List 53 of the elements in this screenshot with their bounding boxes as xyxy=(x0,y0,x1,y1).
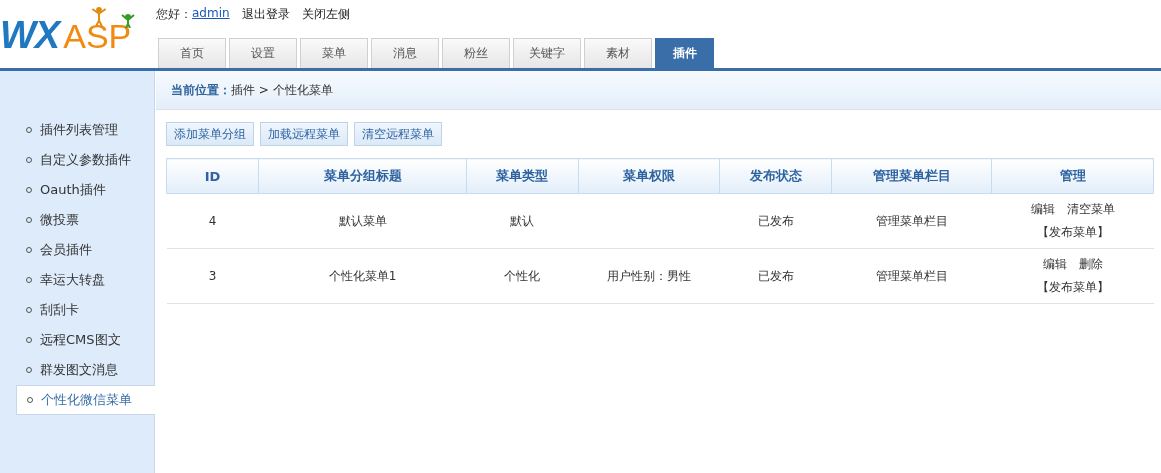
action-button[interactable]: 添加菜单分组 xyxy=(166,122,254,146)
nav-tab[interactable]: 粉丝 xyxy=(442,38,510,68)
sidebar-item[interactable]: 插件列表管理 xyxy=(0,115,154,145)
table-cell: 4 xyxy=(166,193,259,249)
action-link[interactable]: 删除 xyxy=(1078,256,1103,273)
table-cell: 个性化 xyxy=(466,248,579,304)
nav-tab[interactable]: 素材 xyxy=(584,38,652,68)
table-cell: 默认菜单 xyxy=(258,193,467,249)
table-cell: 默认 xyxy=(466,193,579,249)
logout-link[interactable]: 退出登录 xyxy=(241,6,290,34)
column-header: ID xyxy=(166,158,259,194)
sidebar-item[interactable]: 个性化微信菜单 xyxy=(16,385,155,415)
column-header: 管理 xyxy=(991,158,1154,194)
action-link[interactable]: 清空菜单 xyxy=(1066,201,1115,218)
sidebar-item[interactable]: 会员插件 xyxy=(0,235,154,265)
sidebar-item[interactable]: Oauth插件 xyxy=(0,175,154,205)
table-cell: 已发布 xyxy=(720,193,832,249)
username-link[interactable]: admin xyxy=(192,6,230,34)
manage-items-link[interactable]: 管理菜单栏目 xyxy=(875,268,948,283)
publish-link[interactable]: 【发布菜单】 xyxy=(1036,224,1109,241)
table-cell: 3 xyxy=(166,248,259,304)
action-link[interactable]: 编辑 xyxy=(1030,201,1055,218)
column-header: 管理菜单栏目 xyxy=(831,158,992,194)
sidebar-item[interactable]: 远程CMS图文 xyxy=(0,325,154,355)
figure-icon xyxy=(91,7,107,27)
sidebar-item[interactable]: 微投票 xyxy=(0,205,154,235)
breadcrumb-label: 当前位置： xyxy=(171,81,231,99)
sidebar-item[interactable]: 群发图文消息 xyxy=(0,355,154,385)
nav-tab[interactable]: 消息 xyxy=(371,38,439,68)
sidebar-item[interactable]: 自定义参数插件 xyxy=(0,145,154,175)
sidebar-item[interactable]: 刮刮卡 xyxy=(0,295,154,325)
manage-items-link[interactable]: 管理菜单栏目 xyxy=(875,213,948,228)
action-link[interactable]: 编辑 xyxy=(1042,256,1067,273)
greeting-text: 您好： xyxy=(156,6,192,23)
nav-tab[interactable]: 插件 xyxy=(655,38,714,68)
column-header: 菜单分组标题 xyxy=(258,158,467,194)
nav-tab[interactable]: 设置 xyxy=(229,38,297,68)
action-button[interactable]: 加载远程菜单 xyxy=(260,122,348,146)
breadcrumb-path: 插件 > 个性化菜单 xyxy=(231,81,333,99)
nav-tab[interactable]: 关键字 xyxy=(513,38,581,68)
close-left-link[interactable]: 关闭左侧 xyxy=(301,6,350,34)
table-cell: 用户性别：男性 xyxy=(578,248,720,304)
nav-tab[interactable]: 首页 xyxy=(158,38,226,68)
column-header: 菜单类型 xyxy=(466,158,579,194)
column-header: 菜单权限 xyxy=(578,158,720,194)
logo: WXASP xyxy=(0,0,156,68)
column-header: 发布状态 xyxy=(720,158,832,194)
table-cell: 已发布 xyxy=(720,248,832,304)
nav-tab[interactable]: 菜单 xyxy=(300,38,368,68)
publish-link[interactable]: 【发布菜单】 xyxy=(1036,279,1109,296)
table-cell: 个性化菜单1 xyxy=(258,248,467,304)
sidebar-item[interactable]: 幸运大转盘 xyxy=(0,265,154,295)
action-button[interactable]: 清空远程菜单 xyxy=(354,122,442,146)
